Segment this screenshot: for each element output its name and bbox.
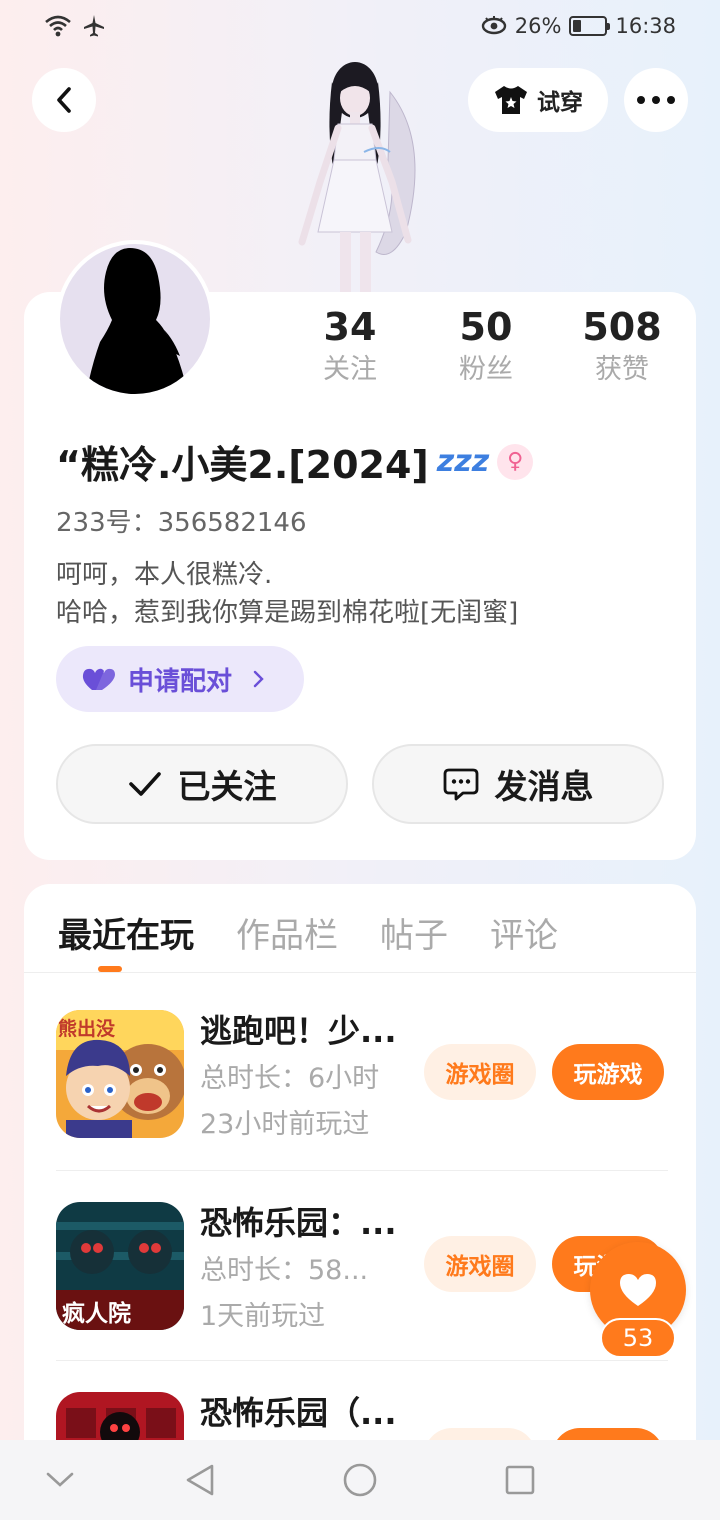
battery-icon (569, 16, 611, 36)
play-game-button[interactable]: 玩游戏 (552, 1044, 664, 1100)
game-cover-image (56, 1392, 184, 1440)
tab-posts[interactable]: 帖子 (380, 908, 448, 972)
system-nav-bar (0, 1440, 720, 1520)
nickname: “糕冷.小美2.[2024] (56, 443, 429, 487)
stat-likes[interactable]: 508 获赞 (552, 304, 692, 390)
game-last-played: 1天前玩过 (200, 1301, 326, 1332)
likes-count: 508 (582, 305, 662, 349)
status-bar: 26% 16:38 (0, 0, 720, 56)
game-row[interactable]: 恐怖乐园（... (24, 1362, 696, 1440)
game-icon-text: 疯人院 (62, 1301, 131, 1327)
game-title: 恐怖乐园（... (200, 1394, 397, 1432)
silhouette-icon (86, 248, 188, 394)
tab-bar: 最近在玩 作品栏 帖子 评论 (58, 908, 558, 972)
wifi-icon (45, 15, 71, 37)
stat-followers[interactable]: 50 粉丝 (416, 304, 556, 390)
try-on-label: 试穿 (537, 90, 583, 116)
eye-comfort-icon (481, 16, 506, 35)
triangle-back-icon (186, 1464, 214, 1496)
nav-recents-button[interactable] (500, 1460, 540, 1500)
stat-following[interactable]: 34 关注 (280, 304, 420, 390)
nav-home-button[interactable] (340, 1460, 380, 1500)
row-divider (56, 1360, 668, 1361)
clock: 16:38 (615, 14, 676, 38)
game-row[interactable]: 熊出没 逃跑吧！少... 总时长：6小时 23小时前玩过 游戏圈 玩游戏 (24, 980, 696, 1170)
game-circle-button[interactable]: 游戏圈 (424, 1044, 536, 1100)
game-icon[interactable]: 疯人院 (56, 1202, 184, 1330)
bio-line-1: 呵呵，本人很糕冷. (56, 560, 273, 590)
more-dots-icon (637, 96, 675, 104)
tab-recent-played[interactable]: 最近在玩 (58, 908, 194, 972)
game-duration: 总时长：6小时 (200, 1063, 380, 1094)
apply-pair-label: 申请配对 (128, 666, 233, 697)
tshirt-icon (495, 86, 527, 114)
chevron-down-icon (46, 1472, 74, 1487)
avatar[interactable] (56, 240, 214, 398)
more-options-button[interactable] (624, 68, 688, 132)
battery-percent: 26% (514, 14, 562, 38)
user-id: 233号：356582146 (56, 508, 307, 538)
send-message-label: 发消息 (494, 767, 594, 806)
likes-label: 获赞 (595, 354, 649, 385)
status-left (44, 14, 106, 38)
followers-label: 粉丝 (459, 354, 513, 385)
tab-comments[interactable]: 评论 (490, 908, 558, 972)
stats-row: 34 关注 50 粉丝 508 获赞 (280, 304, 696, 396)
female-icon: ♀ (497, 443, 534, 480)
nickname-row: “糕冷.小美2.[2024] zzz ♀ (56, 434, 534, 489)
double-heart-icon (82, 668, 115, 690)
heart-icon (620, 1274, 656, 1306)
play-game-button[interactable] (552, 1428, 664, 1440)
apply-pair-button[interactable]: 申请配对 (56, 646, 304, 712)
chat-bubble-icon (443, 768, 478, 801)
square-recents-icon (505, 1465, 535, 1495)
game-circle-button[interactable] (424, 1428, 536, 1440)
chevron-right-icon (253, 670, 264, 688)
followed-label: 已关注 (177, 767, 277, 806)
chevron-left-icon (57, 87, 71, 113)
tab-divider (24, 972, 696, 973)
try-on-button[interactable]: 试穿 (468, 68, 608, 132)
tab-works[interactable]: 作品栏 (236, 908, 338, 972)
followed-button[interactable]: 已关注 (56, 744, 348, 824)
row-divider (56, 1170, 668, 1171)
game-duration: 总时长：58... (200, 1255, 369, 1286)
circle-home-icon (343, 1463, 377, 1497)
game-icon[interactable] (56, 1392, 184, 1440)
following-label: 关注 (323, 354, 377, 385)
airplane-icon (84, 15, 104, 37)
status-right: 26% 16:38 (481, 14, 676, 38)
battery-level (573, 20, 582, 32)
check-icon (128, 772, 161, 796)
followers-count: 50 (459, 305, 513, 349)
nav-hide-button[interactable] (40, 1460, 80, 1500)
back-button[interactable] (32, 68, 96, 132)
game-last-played: 23小时前玩过 (200, 1109, 370, 1140)
game-icon-text: 熊出没 (58, 1018, 116, 1040)
send-message-button[interactable]: 发消息 (372, 744, 664, 824)
avatar-3d-figure[interactable] (280, 52, 430, 294)
like-count-badge: 53 (600, 1318, 676, 1358)
bio-line-2: 哈哈，惹到我你算是踢到棉花啦[无闺蜜] (56, 598, 519, 628)
following-count: 34 (323, 305, 377, 349)
nav-back-button[interactable] (180, 1460, 220, 1500)
game-title: 恐怖乐园：... (200, 1204, 397, 1242)
game-icon[interactable]: 熊出没 (56, 1010, 184, 1138)
bio: 呵呵，本人很糕冷. 哈哈，惹到我你算是踢到棉花啦[无闺蜜] (56, 556, 518, 632)
sleep-status-icon: zzz (436, 444, 490, 479)
avatar-image (60, 244, 210, 394)
game-circle-button[interactable]: 游戏圈 (424, 1236, 536, 1292)
game-title: 逃跑吧！少... (200, 1012, 397, 1050)
